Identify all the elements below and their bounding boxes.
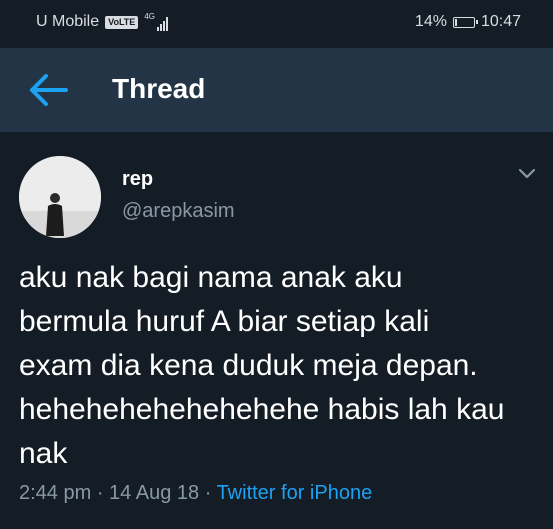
signal-bar	[159, 24, 162, 31]
signal-bar	[165, 17, 168, 31]
profile-photo	[19, 156, 101, 238]
tweet-meta: 2:44 pm · 14 Aug 18 · Twitter for iPhone	[19, 482, 372, 505]
status-bar: U Mobile VoLTE 4G 14% 10:47	[0, 0, 553, 48]
meta-separator: ·	[199, 482, 217, 504]
arrow-left-icon	[30, 74, 68, 106]
tweet-text: aku nak bagi nama anak aku bermula huruf…	[19, 261, 505, 470]
battery-level	[454, 18, 457, 26]
tweet-time: 2:44 pm	[19, 482, 92, 504]
status-left: U Mobile VoLTE 4G	[36, 13, 168, 31]
signal-bar	[162, 21, 165, 31]
page-title: Thread	[112, 73, 206, 104]
carrier-label: U Mobile	[36, 13, 100, 30]
status-right: 14% 10:47	[415, 13, 521, 31]
clock: 10:47	[480, 13, 521, 30]
user-handle[interactable]: @arepkasim	[122, 200, 235, 223]
chevron-down-icon	[518, 168, 536, 179]
tweet-menu-button[interactable]	[517, 166, 537, 180]
app-header: Thread	[0, 48, 553, 132]
battery-icon	[452, 16, 478, 28]
network-type-label: 4G	[144, 12, 155, 21]
display-name[interactable]: rep	[122, 168, 153, 191]
avatar[interactable]	[19, 156, 101, 238]
battery-percent: 14%	[414, 13, 447, 30]
volte-badge: VoLTE	[105, 15, 139, 29]
back-button[interactable]	[26, 72, 70, 108]
signal-bar	[156, 27, 159, 31]
tweet-date: 14 Aug 18	[109, 482, 200, 504]
tweet-detail: rep @arepkasim aku nak bagi nama anak ak…	[0, 132, 553, 529]
cellular-signal-icon: 4G	[144, 13, 168, 31]
meta-separator: ·	[91, 482, 110, 504]
signal-bars-icon	[156, 17, 168, 31]
tweet-source-link[interactable]: Twitter for iPhone	[217, 482, 373, 504]
